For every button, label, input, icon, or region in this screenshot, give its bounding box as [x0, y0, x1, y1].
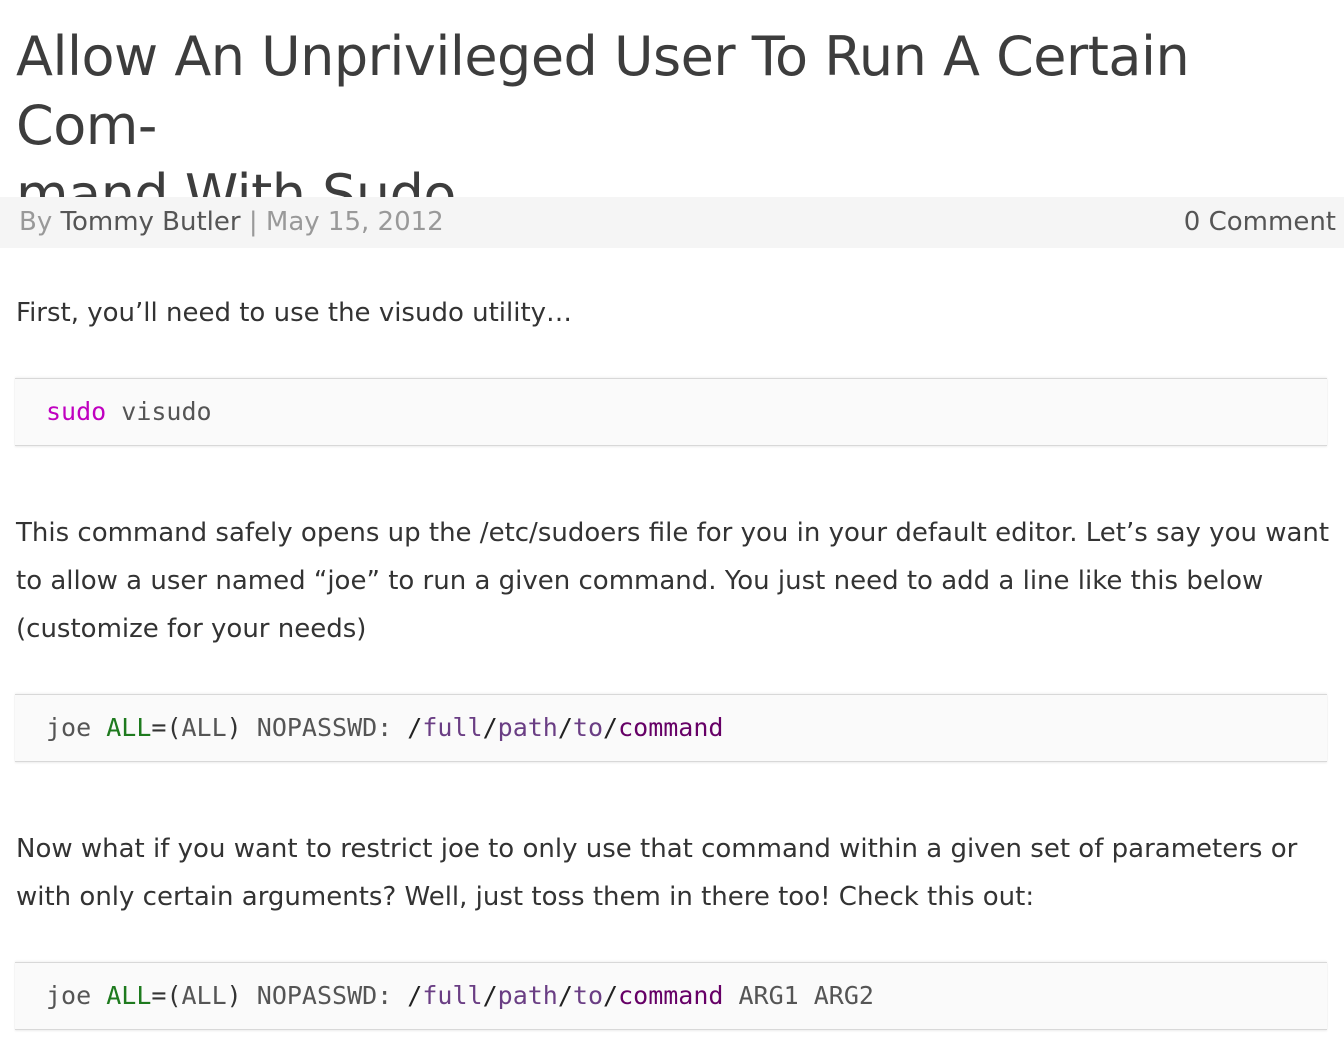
post-meta-bar: By Tommy Butler | May 15, 2012 0 Comment [0, 197, 1344, 248]
code-token-nopasswd: NOPASSWD: [241, 713, 408, 742]
code-token-all: ALL [106, 981, 152, 1010]
code-token-path-to: to [572, 713, 604, 742]
code-token-lparen: ( [166, 981, 182, 1010]
code-token-path-path: path [497, 981, 558, 1010]
code-token-nopasswd: NOPASSWD: [241, 981, 408, 1010]
code-token-sudo: sudo [46, 397, 107, 426]
code-token-all-runas: ALL [181, 981, 227, 1010]
code-block-sudoers-line: joe ALL=(ALL) NOPASSWD: /full/path/to/co… [15, 694, 1327, 762]
code-token-slash: / [482, 713, 498, 742]
post-date: May 15, 2012 [265, 207, 444, 237]
code-token-rparen: ) [226, 713, 242, 742]
paragraph-restrict-args: Now what if you want to restrict joe to … [16, 834, 1298, 912]
code-token-args: ARG1 ARG2 [723, 981, 874, 1010]
author-link[interactable]: Tommy Butler [61, 207, 241, 237]
code-token-slash: / [407, 713, 423, 742]
code-block-sudoers-args: joe ALL=(ALL) NOPASSWD: /full/path/to/co… [15, 962, 1327, 1030]
byline-separator: | [240, 207, 266, 237]
code-token-equals: = [151, 981, 167, 1010]
post-byline: By Tommy Butler | May 15, 2012 [19, 197, 444, 248]
code-token-visudo: visudo [121, 397, 212, 426]
code-token-command: command [618, 713, 724, 742]
code-token-rparen: ) [226, 981, 242, 1010]
code-token-slash: / [603, 981, 619, 1010]
code-token-slash: / [557, 713, 573, 742]
paragraph-sudoers-explanation: This command safely opens up the /etc/su… [16, 518, 1330, 644]
code-token-user: joe [46, 981, 107, 1010]
code-token-equals: = [151, 713, 167, 742]
code-token-path-full: full [422, 981, 483, 1010]
byline-prefix: By [19, 207, 61, 237]
code-token-path-to: to [572, 981, 604, 1010]
code-token-lparen: ( [166, 713, 182, 742]
code-token-slash: / [603, 713, 619, 742]
code-token-slash: / [482, 981, 498, 1010]
code-block-visudo: sudo visudo [15, 378, 1327, 446]
code-token-path-path: path [497, 713, 558, 742]
code-token-all: ALL [106, 713, 152, 742]
code-token-all-runas: ALL [181, 713, 227, 742]
code-token-command: command [618, 981, 724, 1010]
code-token-path-full: full [422, 713, 483, 742]
paragraph-intro: First, you’ll need to use the visudo uti… [16, 298, 573, 328]
code-token-user: joe [46, 713, 107, 742]
code-token-slash: / [557, 981, 573, 1010]
comments-link[interactable]: 0 Comment [1184, 197, 1336, 248]
code-token-slash: / [407, 981, 423, 1010]
article-title-line-1: Allow An Unprivileged User To Run A Cert… [16, 25, 1190, 157]
